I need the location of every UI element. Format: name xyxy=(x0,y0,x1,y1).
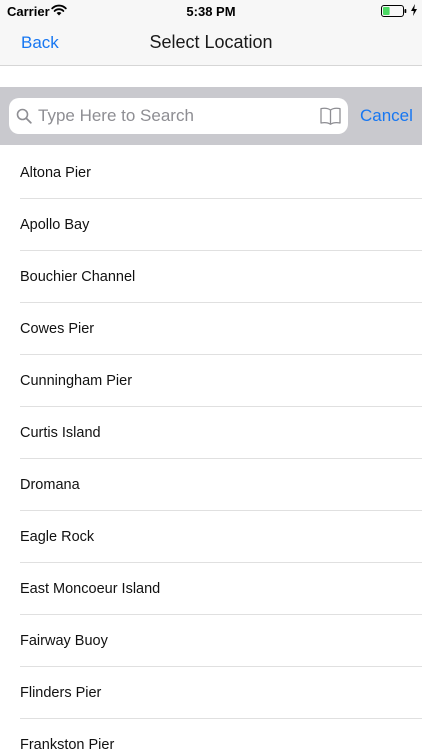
list-item[interactable]: Cunningham Pier xyxy=(0,355,422,407)
search-field[interactable] xyxy=(9,98,348,134)
location-label: Flinders Pier xyxy=(20,685,102,701)
list-item[interactable]: Dromana xyxy=(0,459,422,511)
status-time: 5:38 PM xyxy=(186,4,236,19)
location-list: Altona Pier Apollo Bay Bouchier Channel … xyxy=(0,147,422,750)
location-label: East Moncoeur Island xyxy=(20,581,161,597)
location-label: Apollo Bay xyxy=(20,217,90,233)
list-item[interactable]: Frankston Pier xyxy=(0,719,422,750)
location-label: Cunningham Pier xyxy=(20,373,133,389)
location-label: Dromana xyxy=(20,477,80,493)
location-label: Curtis Island xyxy=(20,425,101,441)
bookmark-book-icon[interactable] xyxy=(320,107,341,125)
navigation-bar: Back Select Location xyxy=(0,22,422,66)
header-spacer xyxy=(0,67,422,87)
search-input[interactable] xyxy=(38,98,314,134)
location-label: Cowes Pier xyxy=(20,321,95,337)
search-bar: Cancel xyxy=(0,87,422,145)
location-label: Fairway Buoy xyxy=(20,633,108,649)
cancel-button[interactable]: Cancel xyxy=(360,106,413,126)
list-item[interactable]: Fairway Buoy xyxy=(0,615,422,667)
battery-icon xyxy=(381,5,407,17)
location-label: Eagle Rock xyxy=(20,529,95,545)
list-item[interactable]: Apollo Bay xyxy=(0,199,422,251)
search-icon xyxy=(16,108,32,124)
location-label: Bouchier Channel xyxy=(20,269,136,285)
page-title: Select Location xyxy=(149,32,273,52)
list-item[interactable]: Curtis Island xyxy=(0,407,422,459)
list-item[interactable]: Altona Pier xyxy=(0,147,422,199)
list-item[interactable]: Cowes Pier xyxy=(0,303,422,355)
list-item[interactable]: Flinders Pier xyxy=(0,667,422,719)
list-item[interactable]: East Moncoeur Island xyxy=(0,563,422,615)
status-bar: Carrier 5:38 PM xyxy=(0,0,422,22)
location-label: Altona Pier xyxy=(20,165,91,181)
charging-bolt-icon xyxy=(411,4,417,16)
list-item[interactable]: Bouchier Channel xyxy=(0,251,422,303)
list-item[interactable]: Eagle Rock xyxy=(0,511,422,563)
location-label: Frankston Pier xyxy=(20,737,115,750)
